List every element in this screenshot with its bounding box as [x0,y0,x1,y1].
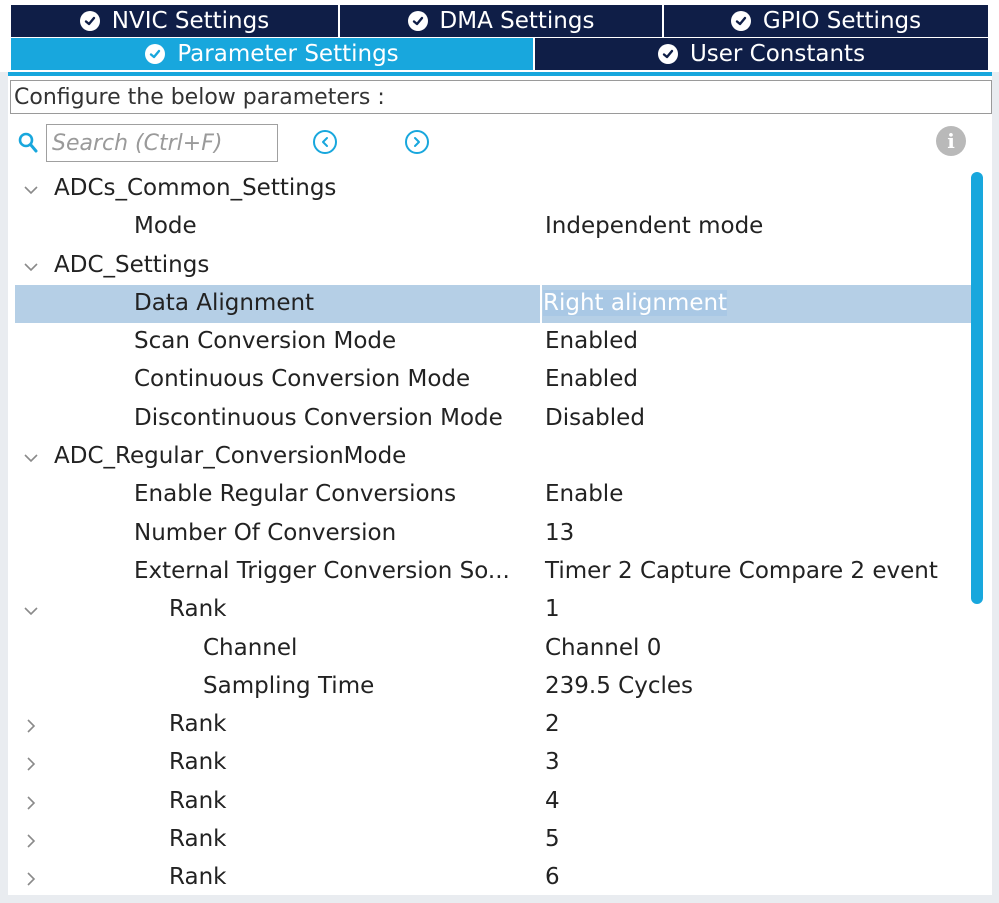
tree-row[interactable]: Rank 3 [8,744,974,782]
tree-row-label: Rank [169,596,227,623]
next-arrow-icon[interactable] [405,130,429,154]
parameter-tree: ADCs_Common_Settings Mode Independent mode… [8,170,974,895]
tree-row-label: Continuous Conversion Mode [134,366,471,393]
tree-row-value: 2 [545,711,560,738]
chevron-down-icon[interactable] [22,179,40,197]
chevron-right-icon[interactable] [22,868,40,886]
tree-row-label: Enable Regular Conversions [134,481,457,508]
tree-row[interactable]: Number Of Conversion 13 [8,515,974,553]
tab-gpio-settings[interactable]: GPIO Settings [664,5,988,37]
tree-row-label: Rank [169,826,227,853]
tree-row-label: ADCs_Common_Settings [54,175,337,201]
tab-bar: NVIC Settings DMA Settings GPIO Settings… [0,0,999,72]
tree-row-value: Enabled [545,366,638,393]
check-circle-icon [657,44,678,64]
tree-row[interactable]: Channel Channel 0 [8,630,974,668]
vertical-scrollbar[interactable] [971,172,983,604]
tree-row-label: External Trigger Conversion So... [134,557,510,584]
info-icon[interactable]: i [936,126,966,156]
tree-row[interactable]: Data Alignment Right alignment [15,284,972,324]
chevron-right-icon[interactable] [22,753,40,772]
tree-row-label: Rank [169,749,227,776]
tree-row-value: Timer 2 Capture Compare 2 event [545,557,938,584]
tree-row-value: 1 [545,596,560,623]
chevron-down-icon[interactable] [22,447,40,465]
tree-row-value[interactable]: Right alignment [543,289,728,316]
tree-row-value: 13 [545,519,575,546]
tree-row[interactable]: Rank 2 [8,706,974,744]
tab-nvic-settings[interactable]: NVIC Settings [11,5,338,37]
tree-row-value: 5 [545,826,560,853]
tree-row-label: Scan Conversion Mode [134,328,397,355]
tab-label: DMA Settings [439,8,595,34]
tree-row[interactable]: Rank 6 [8,859,974,895]
tab-parameter-settings[interactable]: Parameter Settings [11,38,533,70]
tree-row[interactable]: Rank 5 [8,821,974,859]
check-circle-icon [145,44,166,64]
tree-row-value: 239.5 Cycles [545,672,693,699]
tree-row-label: Rank [169,864,227,891]
tree-row[interactable]: Rank 4 [8,783,974,821]
tab-label: User Constants [689,41,866,67]
chevron-right-icon[interactable] [22,792,40,810]
tree-row-value: 4 [545,787,560,814]
panel-description: Configure the below parameters : [10,80,992,114]
search-toolbar: i [8,122,992,164]
chevron-down-icon[interactable] [22,256,40,274]
tree-row-label: ADC_Settings [54,251,210,278]
tree-row-value: Channel 0 [545,634,662,661]
tree-row[interactable]: Continuous Conversion Mode Enabled [8,361,974,399]
tree-row[interactable]: Enable Regular Conversions Enable [8,476,974,514]
check-circle-icon [407,11,428,31]
tree-row-value: 6 [545,864,560,891]
tree-row[interactable]: ADC_Settings [8,247,974,285]
tree-row-value: Independent mode [545,213,764,240]
panel-bottom-border [0,895,999,903]
tree-row[interactable]: ADCs_Common_Settings [8,170,974,208]
tree-row-label: Number Of Conversion [134,519,397,546]
tree-row-label: Mode [134,213,197,240]
tree-row[interactable]: Discontinuous Conversion Mode Disabled [8,400,974,438]
check-circle-icon [79,11,100,31]
tree-row[interactable]: External Trigger Conversion So... Timer 2… [8,553,974,591]
tree-row-label: Rank [169,711,227,738]
tab-dma-settings[interactable]: DMA Settings [340,5,662,37]
chevron-down-icon[interactable] [22,600,40,618]
tree-row-label: Sampling Time [203,672,375,699]
tree-row-label: Rank [169,787,227,814]
tree-row[interactable]: Mode Independent mode [8,208,974,246]
tree-row-value: Enable [545,481,624,508]
tree-row-value: 3 [545,749,560,776]
tree-row[interactable]: Rank 1 [8,591,974,629]
search-input[interactable] [46,124,278,162]
column-divider [540,284,542,324]
search-icon[interactable] [18,132,38,158]
tab-user-constants[interactable]: User Constants [535,38,988,70]
tab-label: Parameter Settings [177,41,399,67]
tree-row-label: ADC_Regular_ConversionMode [54,443,407,470]
tab-label: GPIO Settings [762,8,922,34]
chevron-right-icon[interactable] [22,830,40,848]
parameter-panel: Configure the below parameters : i ADCs_… [8,76,992,895]
tree-row[interactable]: Sampling Time 239.5 Cycles [8,668,974,706]
tree-row-value: Disabled [545,404,645,431]
tree-row-value: Enabled [545,328,638,355]
prev-arrow-icon[interactable] [313,130,337,154]
tree-row-label: Data Alignment [134,289,315,316]
tab-label: NVIC Settings [111,8,270,34]
check-circle-icon [730,11,751,31]
tree-row-label: Channel [203,634,298,661]
tree-row[interactable]: ADC_Regular_ConversionMode [8,438,974,476]
tree-row-label: Discontinuous Conversion Mode [134,404,503,431]
tree-row[interactable]: Scan Conversion Mode Enabled [8,323,974,361]
chevron-right-icon[interactable] [22,715,40,733]
